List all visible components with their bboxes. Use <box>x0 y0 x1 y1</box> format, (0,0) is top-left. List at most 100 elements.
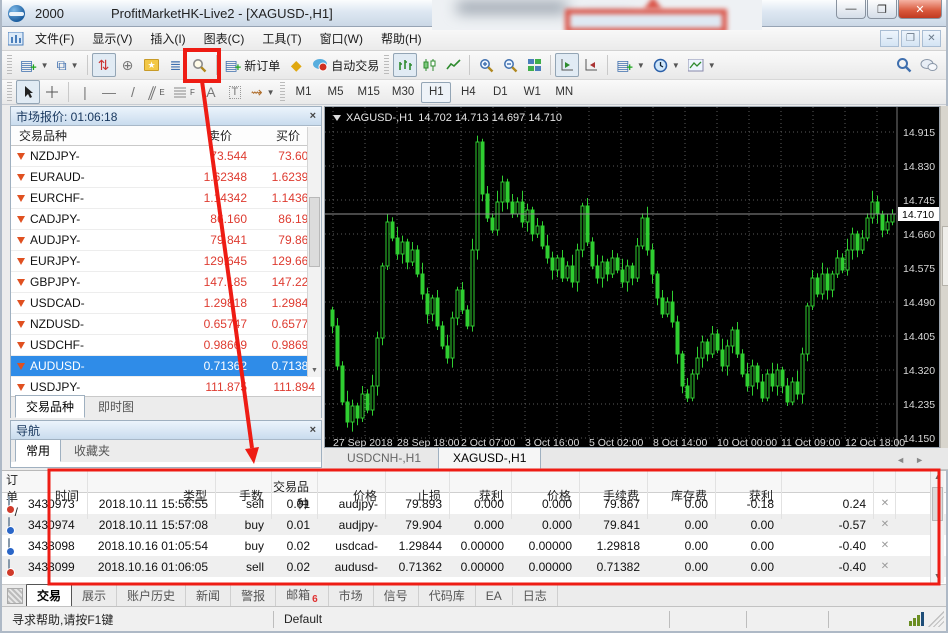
timeframe-m5[interactable]: M5 <box>321 82 351 103</box>
tile-windows-button[interactable] <box>522 53 546 77</box>
market-watch-row[interactable]: EURAUD- 1.62348 1.62391 <box>11 167 321 188</box>
timeframe-m30[interactable]: M30 <box>387 82 419 103</box>
terminal-button[interactable]: ≣ <box>164 53 188 77</box>
market-watch-row[interactable]: GBPJPY- 147.185 147.221 <box>11 272 321 293</box>
text-label-button[interactable]: T <box>223 80 247 104</box>
terminal-tab[interactable]: 警报 <box>231 585 277 606</box>
chart-tab[interactable]: USDCNH-,H1 <box>332 447 436 469</box>
new-chart-button[interactable]: ▤ + ▼ <box>16 53 53 77</box>
scroll-down-icon[interactable]: ▼ <box>931 570 944 583</box>
resize-grip[interactable] <box>928 611 944 627</box>
orders-header-cell[interactable]: 获利 <box>450 471 512 519</box>
market-watch-row[interactable]: EURJPY- 129.645 129.667 <box>11 251 321 272</box>
market-watch-row[interactable]: USDCAD- 1.29818 1.29843 <box>11 293 321 314</box>
strategy-tester-button[interactable] <box>188 53 212 77</box>
terminal-grip-icon[interactable] <box>7 587 23 604</box>
timeframe-m15[interactable]: M15 <box>353 82 385 103</box>
orders-header-cell[interactable]: 类型 <box>88 471 216 519</box>
candlestick-button[interactable] <box>417 53 441 77</box>
navigator-button[interactable]: ★ <box>140 53 164 77</box>
chart-restore-button[interactable]: ❐ <box>901 30 920 47</box>
orders-header-cell[interactable]: 价格 <box>318 471 386 519</box>
periods-button[interactable]: ▼ <box>649 53 684 77</box>
bar-chart-button[interactable] <box>393 53 418 77</box>
menu-view[interactable]: 显示(V) <box>83 27 141 50</box>
crosshair-button[interactable] <box>40 80 64 104</box>
auto-scroll-button[interactable] <box>555 53 580 77</box>
templates-button[interactable]: ▤ + ▼ <box>612 53 649 77</box>
zoom-out-button[interactable] <box>498 53 522 77</box>
order-row[interactable]: 3433099 2018.10.16 01:06:05 sell 0.02 audusd… <box>2 556 946 577</box>
terminal-tab[interactable]: 邮箱 6 <box>276 583 329 608</box>
terminal-scrollbar[interactable]: ▲ ▼ <box>930 471 944 583</box>
close-icon[interactable]: × <box>310 424 316 436</box>
orders-header-cell[interactable]: 交易品种 <box>272 471 318 519</box>
status-profile[interactable]: Default <box>274 610 670 628</box>
toolbar-grip[interactable] <box>7 82 12 102</box>
chart-canvas[interactable]: 14.915 14.830 14.745 14.660 14.575 14.490 14.4… <box>325 107 939 449</box>
close-icon[interactable]: × <box>310 110 316 122</box>
search-icon[interactable] <box>892 53 916 77</box>
chart-minimize-button[interactable]: – <box>880 30 899 47</box>
menu-help[interactable]: 帮助(H) <box>372 27 431 50</box>
terminal-tab[interactable]: 账户历史 <box>117 585 187 606</box>
market-watch-row[interactable]: EURCHF- 1.14342 1.14368 <box>11 188 321 209</box>
trendline-button[interactable]: / <box>121 80 145 104</box>
order-close-icon[interactable]: ✕ <box>874 519 896 530</box>
tab-scroll-left-icon[interactable]: ◄ <box>896 455 905 465</box>
order-row[interactable]: 3430974 2018.10.11 15:57:08 buy 0.01 audjpy-… <box>2 514 946 535</box>
toolbar-grip[interactable] <box>7 55 12 75</box>
chart-shift-button[interactable] <box>579 53 603 77</box>
market-watch-row[interactable]: USDJPY- 111.875 111.894 <box>11 377 321 396</box>
line-chart-button[interactable] <box>441 53 465 77</box>
fibonacci-button[interactable]: F <box>169 80 199 104</box>
orders-header-cell[interactable]: 手数 <box>216 471 272 519</box>
chart-scrollbar[interactable] <box>940 106 948 448</box>
timeframe-d1[interactable]: D1 <box>485 82 515 103</box>
order-row[interactable]: 3433098 2018.10.16 01:05:54 buy 0.02 usdcad-… <box>2 535 946 556</box>
terminal-tab[interactable]: 交易 <box>26 584 73 607</box>
vertical-line-button[interactable]: | <box>73 80 97 104</box>
orders-header-cell[interactable]: 时间 <box>26 471 88 519</box>
zoom-in-button[interactable] <box>474 53 498 77</box>
market-watch-row[interactable]: AUDJPY- 79.841 79.867 <box>11 230 321 251</box>
market-watch-button[interactable]: ⇅ <box>91 53 116 77</box>
timeframe-w1[interactable]: W1 <box>517 82 547 103</box>
orders-header-cell[interactable]: 价格 <box>512 471 580 519</box>
toolbar-grip[interactable] <box>384 55 390 75</box>
navigator-tab[interactable]: 收藏夹 <box>63 439 121 462</box>
market-watch-scrollbar[interactable]: ▼ <box>307 127 321 377</box>
timeframe-m1[interactable]: M1 <box>289 82 319 103</box>
equidistant-channel-button[interactable]: ∥ E <box>145 80 169 104</box>
menu-file[interactable]: 文件(F) <box>26 27 83 50</box>
new-order-button[interactable]: ▤ + 新订单 <box>221 53 285 77</box>
chevron-down-icon[interactable] <box>333 115 341 121</box>
window-close-button[interactable]: ✕ <box>898 0 942 19</box>
toolbar-grip[interactable] <box>279 82 285 102</box>
market-watch-row[interactable]: AUDUSD- 0.71362 0.71382 <box>11 356 321 377</box>
chart-tab[interactable]: XAGUSD-,H1 <box>438 447 542 469</box>
market-watch-tab[interactable]: 交易品种 <box>15 395 86 418</box>
menu-tools[interactable]: 工具(T) <box>253 27 310 50</box>
metaeditor-button[interactable]: ◆ <box>284 53 308 77</box>
orders-header-cell[interactable]: 手续费 <box>580 471 648 519</box>
window-minimize-button[interactable]: — <box>836 0 866 19</box>
tab-scroll-right-icon[interactable]: ► <box>915 455 924 465</box>
indicators-button[interactable]: ▼ <box>684 53 720 77</box>
autotrading-button[interactable]: 自动交易 <box>308 53 383 77</box>
terminal-tab[interactable]: 代码库 <box>419 585 476 606</box>
text-button[interactable]: A <box>199 80 223 104</box>
scroll-down-icon[interactable]: ▼ <box>308 364 321 377</box>
navigator-tab[interactable]: 常用 <box>15 439 62 462</box>
terminal-tab[interactable]: 展示 <box>72 585 118 606</box>
terminal-tab[interactable]: 新闻 <box>186 585 232 606</box>
data-window-button[interactable]: ⊕ <box>116 53 140 77</box>
terminal-tab[interactable]: EA <box>476 586 513 605</box>
profiles-button[interactable]: ⧉ ▼ <box>53 53 83 77</box>
timeframe-h1[interactable]: H1 <box>421 81 452 103</box>
orders-header-cell[interactable]: 库存费 <box>648 471 716 519</box>
menu-window[interactable]: 窗口(W) <box>311 27 372 50</box>
menu-charts[interactable]: 图表(C) <box>195 27 254 50</box>
market-watch-row[interactable]: CADJPY- 86.160 86.197 <box>11 209 321 230</box>
scroll-up-icon[interactable]: ▲ <box>931 471 944 484</box>
